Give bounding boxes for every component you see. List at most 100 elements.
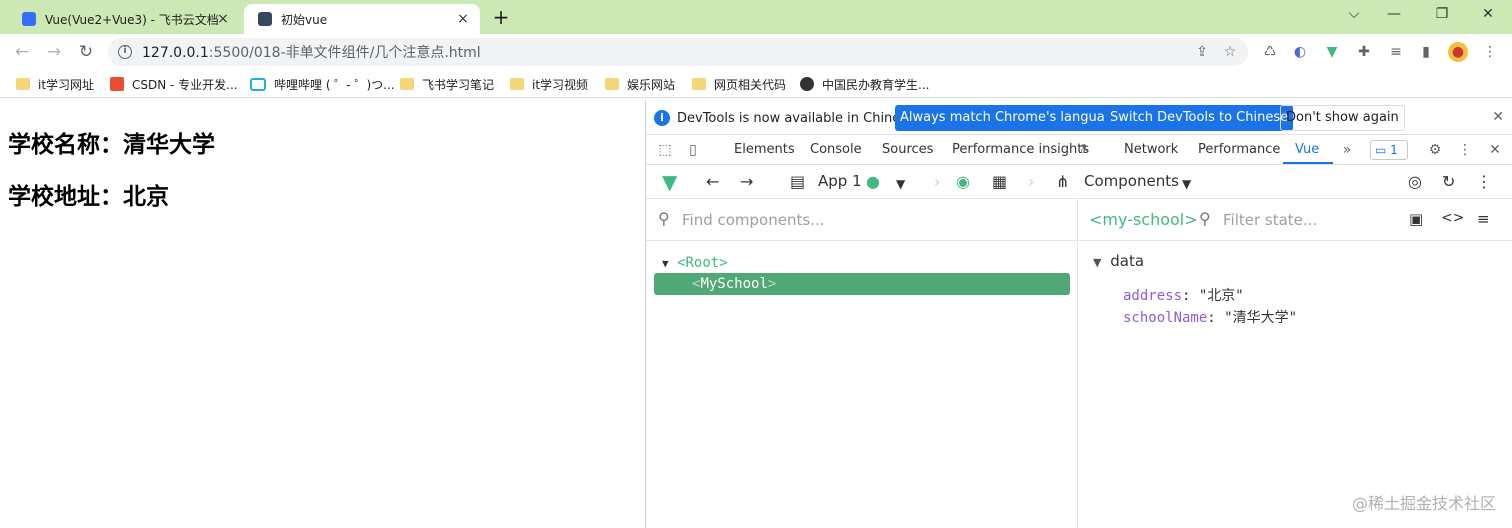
separator-chevron-icon: › (934, 172, 941, 191)
url-text[interactable]: 127.0.0.1:5500/018-非单文件组件/几个注意点.html (142, 42, 481, 62)
chevron-down-icon[interactable]: ▼ (1182, 174, 1191, 194)
bookmark-item[interactable]: CSDN - 专业开发... (110, 75, 238, 93)
refresh-icon[interactable]: ↻ (1442, 172, 1455, 192)
menu-icon[interactable]: ⋮ (1480, 42, 1500, 62)
expand-triangle-icon[interactable]: ▼ (1093, 256, 1101, 269)
tab-elements[interactable]: Elements (734, 142, 795, 157)
active-tab-indicator (1283, 162, 1333, 164)
tab-search-chevron-icon[interactable]: ⌵ (1342, 6, 1366, 26)
extensions-puzzle-icon[interactable]: ✚ (1354, 42, 1374, 62)
reload-icon[interactable]: ↻ (74, 40, 98, 64)
feishu-doc-icon (22, 12, 36, 26)
device-toolbar-icon[interactable]: ▯ (684, 141, 702, 159)
bookmark-item[interactable]: 中国民办教育学生... (800, 75, 929, 93)
forward-icon[interactable]: → (42, 40, 66, 64)
browser-tab-feishu[interactable]: Vue(Vue2+Vue3) - 飞书云文档 × (8, 4, 240, 34)
inspect-element-icon[interactable]: ⬚ (656, 141, 674, 159)
share-icon[interactable]: ⇪ (1192, 42, 1212, 62)
app-status-icon: ● (866, 172, 880, 191)
bookmark-label: 中国民办教育学生... (822, 77, 930, 92)
app-selector-icon[interactable]: ▤ (790, 172, 805, 192)
compass-icon[interactable]: ◉ (956, 172, 970, 192)
tree-node-root[interactable]: ▼ <Root> (662, 255, 728, 271)
tab-performance[interactable]: Performance (1198, 142, 1280, 157)
component-node-label: MySchool (700, 276, 768, 292)
site-info-icon[interactable]: i (118, 45, 132, 59)
match-language-button[interactable]: Always match Chrome's language (895, 105, 1126, 131)
extension-icon[interactable]: ◐ (1290, 42, 1310, 62)
expand-triangle-icon[interactable]: ▼ (662, 257, 669, 270)
bookmark-label: 飞书学习笔记 (422, 77, 495, 92)
app-selector[interactable]: App 1 (818, 172, 862, 190)
issues-badge[interactable]: ▭ 1 (1370, 140, 1408, 160)
switch-to-chinese-button[interactable]: Switch DevTools to Chinese (1105, 105, 1294, 131)
close-devtools-icon[interactable]: ✕ (1486, 141, 1504, 159)
close-icon[interactable]: × (216, 12, 230, 26)
globe-icon (800, 77, 814, 91)
new-tab-button[interactable]: + (490, 6, 512, 28)
components-tree-icon: ⋔ (1056, 172, 1070, 191)
vue-devtools-toolbar: ▼ ← → ▤ App 1 ● ▼ › ◉ ▦ › ⋔ Components ▼… (646, 165, 1512, 199)
dont-show-again-button[interactable]: Don't show again (1280, 105, 1405, 131)
bookmark-star-icon[interactable]: ☆ (1220, 42, 1240, 62)
code-icon[interactable]: <> (1441, 210, 1464, 226)
tab-vue[interactable]: Vue (1295, 142, 1319, 157)
minimize-button[interactable]: — (1382, 6, 1406, 26)
state-prop-schoolname[interactable]: schoolName: "清华大学" (1123, 307, 1297, 327)
devtools-panel: i DevTools is now available in Chinese! … (645, 101, 1512, 528)
browser-tab-vue[interactable]: 初始vue × (244, 4, 480, 34)
back-arrow-icon[interactable]: ← (706, 172, 719, 192)
back-icon[interactable]: ← (10, 40, 34, 64)
more-options-icon[interactable]: ⋮ (1476, 172, 1492, 192)
filter-state-input[interactable] (1223, 210, 1373, 230)
tab-performance-insights[interactable]: Performance insights (952, 142, 1089, 157)
close-icon[interactable]: ✕ (1492, 109, 1504, 125)
bookmark-item[interactable]: it学习视频 (510, 75, 588, 93)
bookmark-item[interactable]: 娱乐网站 (605, 75, 675, 93)
folder-icon (605, 78, 619, 90)
bookmarks-bar: it学习网址 CSDN - 专业开发... 哔哩哔哩 ( ゜- ゜)つ... 飞… (0, 70, 1512, 98)
bookmark-item[interactable]: 哔哩哔哩 ( ゜- ゜)つ... (250, 75, 395, 93)
side-panel-icon[interactable]: ▮ (1416, 42, 1436, 62)
restore-button[interactable]: ❐ (1430, 6, 1454, 26)
reading-list-icon[interactable]: ≡ (1386, 42, 1406, 62)
profile-avatar[interactable]: ● (1448, 42, 1468, 62)
bookmark-item[interactable]: 网页相关代码 (692, 75, 786, 93)
more-tabs-icon[interactable]: » (1338, 141, 1356, 159)
window-close-button[interactable]: ✕ (1476, 6, 1500, 26)
info-icon: i (654, 110, 670, 126)
devtools-menu-icon[interactable]: ⋮ (1456, 141, 1474, 159)
vue-page-icon (258, 12, 272, 26)
state-filter-bar: <my-school> ⚲ ▣ <> ≡ (1079, 199, 1512, 241)
data-section-header[interactable]: ▼ data (1093, 252, 1144, 270)
flask-icon: ⚗ (1077, 142, 1089, 156)
recycle-extension-icon[interactable]: ♺ (1260, 42, 1280, 62)
open-in-console-icon[interactable]: ▣ (1409, 210, 1423, 228)
bookmark-item[interactable]: 飞书学习笔记 (400, 75, 494, 93)
settings-gear-icon[interactable]: ⚙ (1426, 141, 1444, 159)
devtools-language-infobar: i DevTools is now available in Chinese! … (646, 101, 1512, 135)
prop-key: schoolName (1123, 310, 1208, 326)
tab-console[interactable]: Console (810, 142, 862, 157)
forward-arrow-icon[interactable]: → (740, 172, 753, 192)
collapse-all-icon[interactable]: ≡ (1477, 210, 1490, 228)
timeline-icon[interactable]: ▦ (992, 172, 1007, 192)
folder-icon (16, 78, 30, 90)
close-icon[interactable]: × (456, 12, 470, 26)
chevron-down-icon[interactable]: ▼ (896, 174, 905, 194)
tree-node-myschool[interactable]: <MySchool> (654, 273, 1070, 295)
components-selector[interactable]: Components (1084, 172, 1179, 190)
prop-value[interactable]: "清华大学" (1224, 310, 1297, 326)
prop-value[interactable]: "北京" (1199, 288, 1244, 304)
message-icon: ▭ (1375, 143, 1387, 157)
select-component-target-icon[interactable]: ◎ (1408, 172, 1422, 192)
address-bar[interactable]: i 127.0.0.1:5500/018-非单文件组件/几个注意点.html ⇪… (108, 38, 1248, 66)
state-prop-address[interactable]: address: "北京" (1123, 285, 1244, 305)
find-components-input[interactable] (682, 210, 1062, 230)
tab-title: Vue(Vue2+Vue3) - 飞书云文档 (45, 12, 219, 27)
bookmark-label: 网页相关代码 (714, 77, 787, 92)
bookmark-item[interactable]: it学习网址 (16, 75, 94, 93)
tab-sources[interactable]: Sources (882, 142, 933, 157)
vue-devtools-extension-icon[interactable]: ▼ (1322, 42, 1342, 62)
tab-network[interactable]: Network (1124, 142, 1178, 157)
